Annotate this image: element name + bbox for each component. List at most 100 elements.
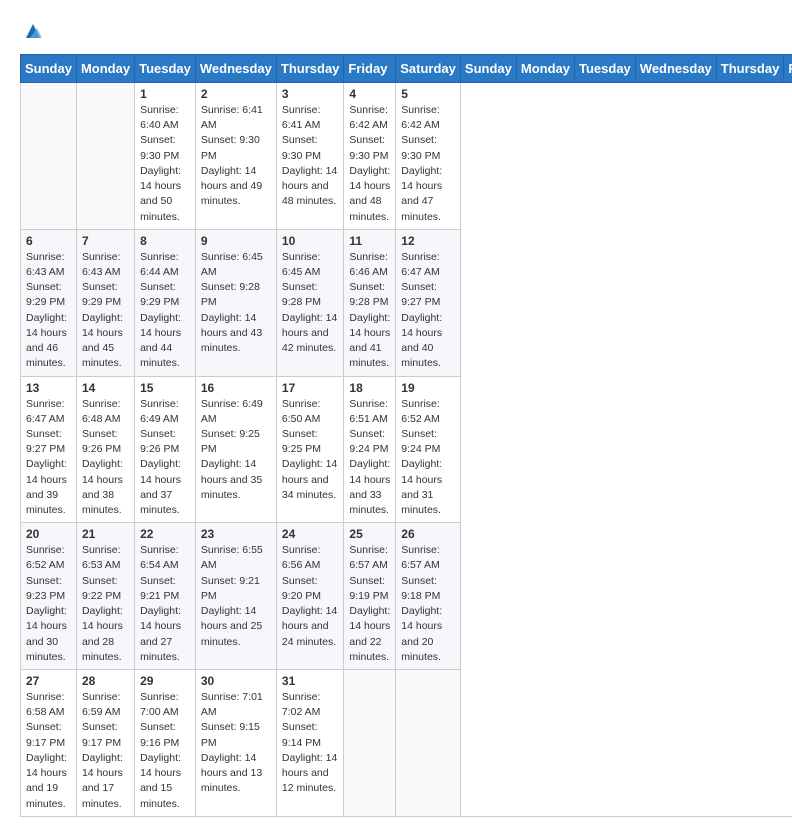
day-number: 23 <box>201 527 271 541</box>
calendar-cell: 22Sunrise: 6:54 AMSunset: 9:21 PMDayligh… <box>135 523 196 670</box>
cell-info: Sunrise: 6:59 AMSunset: 9:17 PMDaylight:… <box>82 690 129 812</box>
cell-info: Sunrise: 6:58 AMSunset: 9:17 PMDaylight:… <box>26 690 71 812</box>
cell-info: Sunrise: 6:52 AMSunset: 9:23 PMDaylight:… <box>26 543 71 665</box>
calendar-cell: 6 Sunrise: 6:43 AMSunset: 9:29 PMDaylight… <box>21 229 77 376</box>
calendar-cell: 26 Sunrise: 6:57 AMSunset: 9:18 PMDayligh… <box>396 523 461 670</box>
calendar-cell: 9 Sunrise: 6:45 AMSunset: 9:28 PMDaylight… <box>195 229 276 376</box>
calendar-cell <box>396 670 461 817</box>
logo-icon <box>22 20 44 42</box>
calendar-cell: 16Sunrise: 6:49 AMSunset: 9:25 PMDayligh… <box>195 376 276 523</box>
calendar-cell <box>76 83 134 230</box>
day-number: 4 <box>349 87 390 101</box>
cell-info: Sunrise: 6:47 AMSunset: 9:27 PMDaylight:… <box>401 250 455 372</box>
calendar-cell <box>21 83 77 230</box>
day-number: 26 <box>401 527 455 541</box>
cell-info: Sunrise: 6:44 AMSunset: 9:29 PMDaylight:… <box>140 250 190 372</box>
col-header-thursday: Thursday <box>276 55 344 83</box>
cell-info: Sunrise: 6:54 AMSunset: 9:21 PMDaylight:… <box>140 543 190 665</box>
calendar-cell: 21 Sunrise: 6:53 AMSunset: 9:22 PMDayligh… <box>76 523 134 670</box>
col-header-saturday: Saturday <box>396 55 461 83</box>
calendar-cell: 2Sunrise: 6:41 AMSunset: 9:30 PMDaylight… <box>195 83 276 230</box>
col-header-sunday: Sunday <box>21 55 77 83</box>
day-number: 12 <box>401 234 455 248</box>
cell-info: Sunrise: 6:56 AMSunset: 9:20 PMDaylight:… <box>282 543 339 650</box>
header-row: SundayMondayTuesdayWednesdayThursdayFrid… <box>21 55 792 83</box>
week-row-5: 27 Sunrise: 6:58 AMSunset: 9:17 PMDayligh… <box>21 670 792 817</box>
col-header-friday: Friday <box>344 55 396 83</box>
calendar-cell: 8 Sunrise: 6:44 AMSunset: 9:29 PMDaylight… <box>135 229 196 376</box>
col-header-thursday: Thursday <box>716 55 784 83</box>
logo <box>20 20 44 44</box>
calendar-cell: 11Sunrise: 6:46 AMSunset: 9:28 PMDayligh… <box>344 229 396 376</box>
calendar-cell: 23 Sunrise: 6:55 AMSunset: 9:21 PMDayligh… <box>195 523 276 670</box>
calendar-cell: 15 Sunrise: 6:49 AMSunset: 9:26 PMDayligh… <box>135 376 196 523</box>
calendar-cell: 1Sunrise: 6:40 AMSunset: 9:30 PMDaylight… <box>135 83 196 230</box>
day-number: 27 <box>26 674 71 688</box>
cell-info: Sunrise: 6:45 AMSunset: 9:28 PMDaylight:… <box>201 250 271 357</box>
cell-info: Sunrise: 6:43 AMSunset: 9:29 PMDaylight:… <box>82 250 129 372</box>
day-number: 9 <box>201 234 271 248</box>
calendar-cell: 14 Sunrise: 6:48 AMSunset: 9:26 PMDayligh… <box>76 376 134 523</box>
cell-info: Sunrise: 6:53 AMSunset: 9:22 PMDaylight:… <box>82 543 129 665</box>
calendar-cell: 4Sunrise: 6:42 AMSunset: 9:30 PMDaylight… <box>344 83 396 230</box>
cell-info: Sunrise: 7:01 AMSunset: 9:15 PMDaylight:… <box>201 690 271 797</box>
calendar-table: SundayMondayTuesdayWednesdayThursdayFrid… <box>20 54 792 817</box>
calendar-cell: 10Sunrise: 6:45 AMSunset: 9:28 PMDayligh… <box>276 229 344 376</box>
cell-info: Sunrise: 6:48 AMSunset: 9:26 PMDaylight:… <box>82 397 129 519</box>
week-row-1: 1Sunrise: 6:40 AMSunset: 9:30 PMDaylight… <box>21 83 792 230</box>
day-number: 20 <box>26 527 71 541</box>
col-header-wednesday: Wednesday <box>635 55 716 83</box>
cell-info: Sunrise: 6:49 AMSunset: 9:26 PMDaylight:… <box>140 397 190 519</box>
day-number: 16 <box>201 381 271 395</box>
day-number: 31 <box>282 674 339 688</box>
cell-info: Sunrise: 6:51 AMSunset: 9:24 PMDaylight:… <box>349 397 390 519</box>
cell-info: Sunrise: 6:41 AMSunset: 9:30 PMDaylight:… <box>282 103 339 210</box>
col-header-sunday: Sunday <box>460 55 516 83</box>
cell-info: Sunrise: 7:00 AMSunset: 9:16 PMDaylight:… <box>140 690 190 812</box>
calendar-cell: 31 Sunrise: 7:02 AMSunset: 9:14 PMDayligh… <box>276 670 344 817</box>
calendar-cell: 7 Sunrise: 6:43 AMSunset: 9:29 PMDaylight… <box>76 229 134 376</box>
calendar-cell: 3 Sunrise: 6:41 AMSunset: 9:30 PMDaylight… <box>276 83 344 230</box>
calendar-cell: 29Sunrise: 7:00 AMSunset: 9:16 PMDayligh… <box>135 670 196 817</box>
cell-info: Sunrise: 6:46 AMSunset: 9:28 PMDaylight:… <box>349 250 390 372</box>
day-number: 8 <box>140 234 190 248</box>
cell-info: Sunrise: 6:41 AMSunset: 9:30 PMDaylight:… <box>201 103 271 210</box>
cell-info: Sunrise: 6:57 AMSunset: 9:18 PMDaylight:… <box>401 543 455 665</box>
day-number: 6 <box>26 234 71 248</box>
day-number: 5 <box>401 87 455 101</box>
cell-info: Sunrise: 6:52 AMSunset: 9:24 PMDaylight:… <box>401 397 455 519</box>
col-header-friday: Friday <box>784 55 792 83</box>
week-row-3: 13Sunrise: 6:47 AMSunset: 9:27 PMDayligh… <box>21 376 792 523</box>
cell-info: Sunrise: 6:43 AMSunset: 9:29 PMDaylight:… <box>26 250 71 372</box>
cell-info: Sunrise: 6:47 AMSunset: 9:27 PMDaylight:… <box>26 397 71 519</box>
day-number: 3 <box>282 87 339 101</box>
col-header-monday: Monday <box>76 55 134 83</box>
col-header-wednesday: Wednesday <box>195 55 276 83</box>
cell-info: Sunrise: 6:55 AMSunset: 9:21 PMDaylight:… <box>201 543 271 650</box>
day-number: 28 <box>82 674 129 688</box>
day-number: 25 <box>349 527 390 541</box>
page-header <box>20 20 772 44</box>
cell-info: Sunrise: 6:50 AMSunset: 9:25 PMDaylight:… <box>282 397 339 504</box>
calendar-cell <box>344 670 396 817</box>
day-number: 17 <box>282 381 339 395</box>
cell-info: Sunrise: 6:40 AMSunset: 9:30 PMDaylight:… <box>140 103 190 225</box>
day-number: 21 <box>82 527 129 541</box>
cell-info: Sunrise: 6:42 AMSunset: 9:30 PMDaylight:… <box>401 103 455 225</box>
day-number: 19 <box>401 381 455 395</box>
day-number: 14 <box>82 381 129 395</box>
day-number: 7 <box>82 234 129 248</box>
cell-info: Sunrise: 6:45 AMSunset: 9:28 PMDaylight:… <box>282 250 339 357</box>
col-header-monday: Monday <box>516 55 574 83</box>
calendar-cell: 19 Sunrise: 6:52 AMSunset: 9:24 PMDayligh… <box>396 376 461 523</box>
col-header-tuesday: Tuesday <box>575 55 636 83</box>
calendar-cell: 13Sunrise: 6:47 AMSunset: 9:27 PMDayligh… <box>21 376 77 523</box>
week-row-2: 6 Sunrise: 6:43 AMSunset: 9:29 PMDaylight… <box>21 229 792 376</box>
day-number: 15 <box>140 381 190 395</box>
calendar-cell: 24Sunrise: 6:56 AMSunset: 9:20 PMDayligh… <box>276 523 344 670</box>
day-number: 18 <box>349 381 390 395</box>
cell-info: Sunrise: 7:02 AMSunset: 9:14 PMDaylight:… <box>282 690 339 797</box>
calendar-cell: 28 Sunrise: 6:59 AMSunset: 9:17 PMDayligh… <box>76 670 134 817</box>
week-row-4: 20 Sunrise: 6:52 AMSunset: 9:23 PMDayligh… <box>21 523 792 670</box>
calendar-cell: 27 Sunrise: 6:58 AMSunset: 9:17 PMDayligh… <box>21 670 77 817</box>
